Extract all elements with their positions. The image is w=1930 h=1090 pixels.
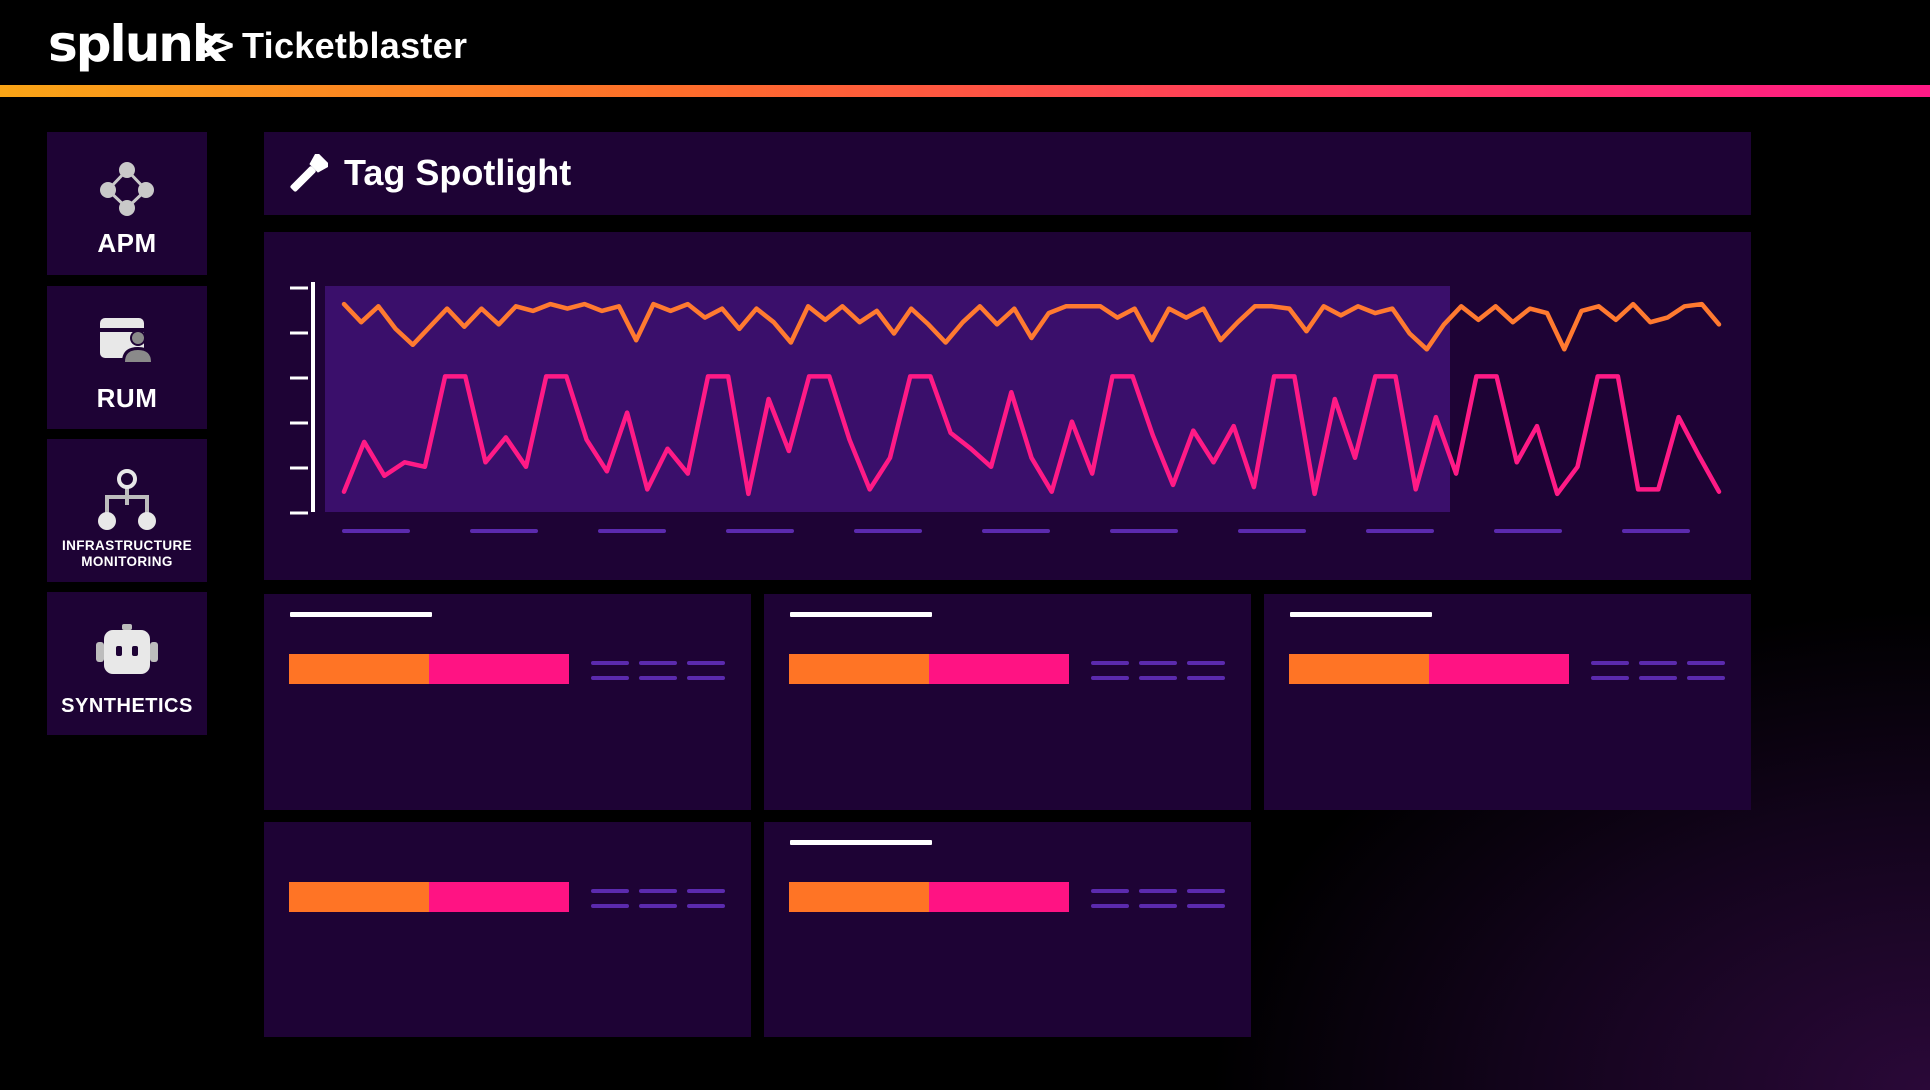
card-title-placeholder bbox=[1290, 612, 1432, 617]
app-title: Ticketblaster bbox=[242, 25, 468, 66]
bar-segment-pink bbox=[1429, 654, 1569, 684]
card-title-placeholder bbox=[290, 612, 432, 617]
line-chart bbox=[290, 282, 1722, 533]
tag-breakdown-card[interactable] bbox=[764, 594, 1251, 810]
card-value-placeholder bbox=[1639, 661, 1677, 665]
splunk-logo[interactable]: splunk bbox=[48, 14, 225, 74]
tag-breakdown-card[interactable] bbox=[1264, 594, 1751, 810]
card-value-placeholder bbox=[1639, 676, 1677, 680]
bar-segment-orange bbox=[789, 654, 929, 684]
sidebar-item-label-line1: INFRASTRUCTURE bbox=[61, 538, 193, 553]
tag-spotlight-header: Tag Spotlight bbox=[264, 132, 1751, 215]
card-value-placeholder bbox=[639, 889, 677, 893]
card-value-placeholder bbox=[1187, 676, 1225, 680]
splunk-logo-chevron: > bbox=[199, 17, 238, 71]
robot-icon bbox=[96, 624, 158, 674]
sidebar-item-infrastructure-monitoring[interactable]: INFRASTRUCTURE MONITORING bbox=[47, 439, 207, 582]
card-value-placeholder bbox=[687, 661, 725, 665]
flashlight-icon bbox=[290, 154, 328, 192]
card-value-placeholder bbox=[1139, 661, 1177, 665]
sidebar-item-label: SYNTHETICS bbox=[61, 695, 193, 717]
bar-segment-pink bbox=[429, 654, 569, 684]
infrastructure-hierarchy-icon bbox=[98, 469, 156, 530]
card-value-placeholder bbox=[591, 676, 629, 680]
card-value-placeholder bbox=[1591, 661, 1629, 665]
sidebar-item-synthetics[interactable]: SYNTHETICS bbox=[47, 592, 207, 735]
card-value-placeholder bbox=[1187, 889, 1225, 893]
rum-browser-user-icon bbox=[100, 318, 154, 362]
sidebar-item-label-line2: MONITORING bbox=[81, 554, 173, 569]
card-value-placeholder bbox=[1139, 889, 1177, 893]
card-value-placeholder bbox=[1139, 904, 1177, 908]
bar-segment-orange bbox=[289, 882, 429, 912]
card-value-placeholder bbox=[639, 676, 677, 680]
bar-segment-orange bbox=[789, 882, 929, 912]
card-value-placeholder bbox=[1591, 676, 1629, 680]
tag-breakdown-card[interactable] bbox=[764, 822, 1251, 1037]
card-value-placeholder bbox=[1091, 889, 1129, 893]
sidebar-item-label: APM bbox=[97, 228, 157, 258]
card-value-placeholder bbox=[591, 904, 629, 908]
tag-breakdown-card[interactable] bbox=[264, 822, 751, 1037]
card-value-placeholder bbox=[1187, 661, 1225, 665]
card-value-placeholder bbox=[1187, 904, 1225, 908]
card-value-placeholder bbox=[1091, 676, 1129, 680]
header-accent-gradient-bar bbox=[0, 85, 1930, 97]
card-value-placeholder bbox=[687, 889, 725, 893]
card-title-placeholder bbox=[790, 840, 932, 845]
bar-segment-pink bbox=[929, 654, 1069, 684]
bar-segment-pink bbox=[929, 882, 1069, 912]
card-value-placeholder bbox=[1139, 676, 1177, 680]
card-value-placeholder bbox=[1091, 661, 1129, 665]
card-value-placeholder bbox=[687, 904, 725, 908]
tag-breakdown-card[interactable] bbox=[264, 594, 751, 810]
card-value-placeholder bbox=[639, 904, 677, 908]
apm-nodes-icon bbox=[100, 162, 154, 216]
card-value-placeholder bbox=[639, 661, 677, 665]
sidebar-item-apm[interactable]: APM bbox=[47, 132, 207, 275]
bar-segment-orange bbox=[289, 654, 429, 684]
card-value-placeholder bbox=[1687, 676, 1725, 680]
page: splunk > Ticketblaster APM RUM INFRASTRU… bbox=[0, 0, 1930, 1090]
card-value-placeholder bbox=[591, 889, 629, 893]
bar-segment-pink bbox=[429, 882, 569, 912]
top-header: splunk > Ticketblaster bbox=[0, 0, 1930, 86]
card-value-placeholder bbox=[1091, 904, 1129, 908]
card-value-placeholder bbox=[1687, 661, 1725, 665]
card-title-placeholder bbox=[790, 612, 932, 617]
card-value-placeholder bbox=[687, 676, 725, 680]
sidebar-item-rum[interactable]: RUM bbox=[47, 286, 207, 429]
page-title: Tag Spotlight bbox=[344, 152, 572, 193]
sidebar-item-label: RUM bbox=[96, 383, 158, 413]
bar-segment-orange bbox=[1289, 654, 1429, 684]
card-value-placeholder bbox=[591, 661, 629, 665]
tag-spotlight-chart-panel bbox=[264, 232, 1751, 580]
